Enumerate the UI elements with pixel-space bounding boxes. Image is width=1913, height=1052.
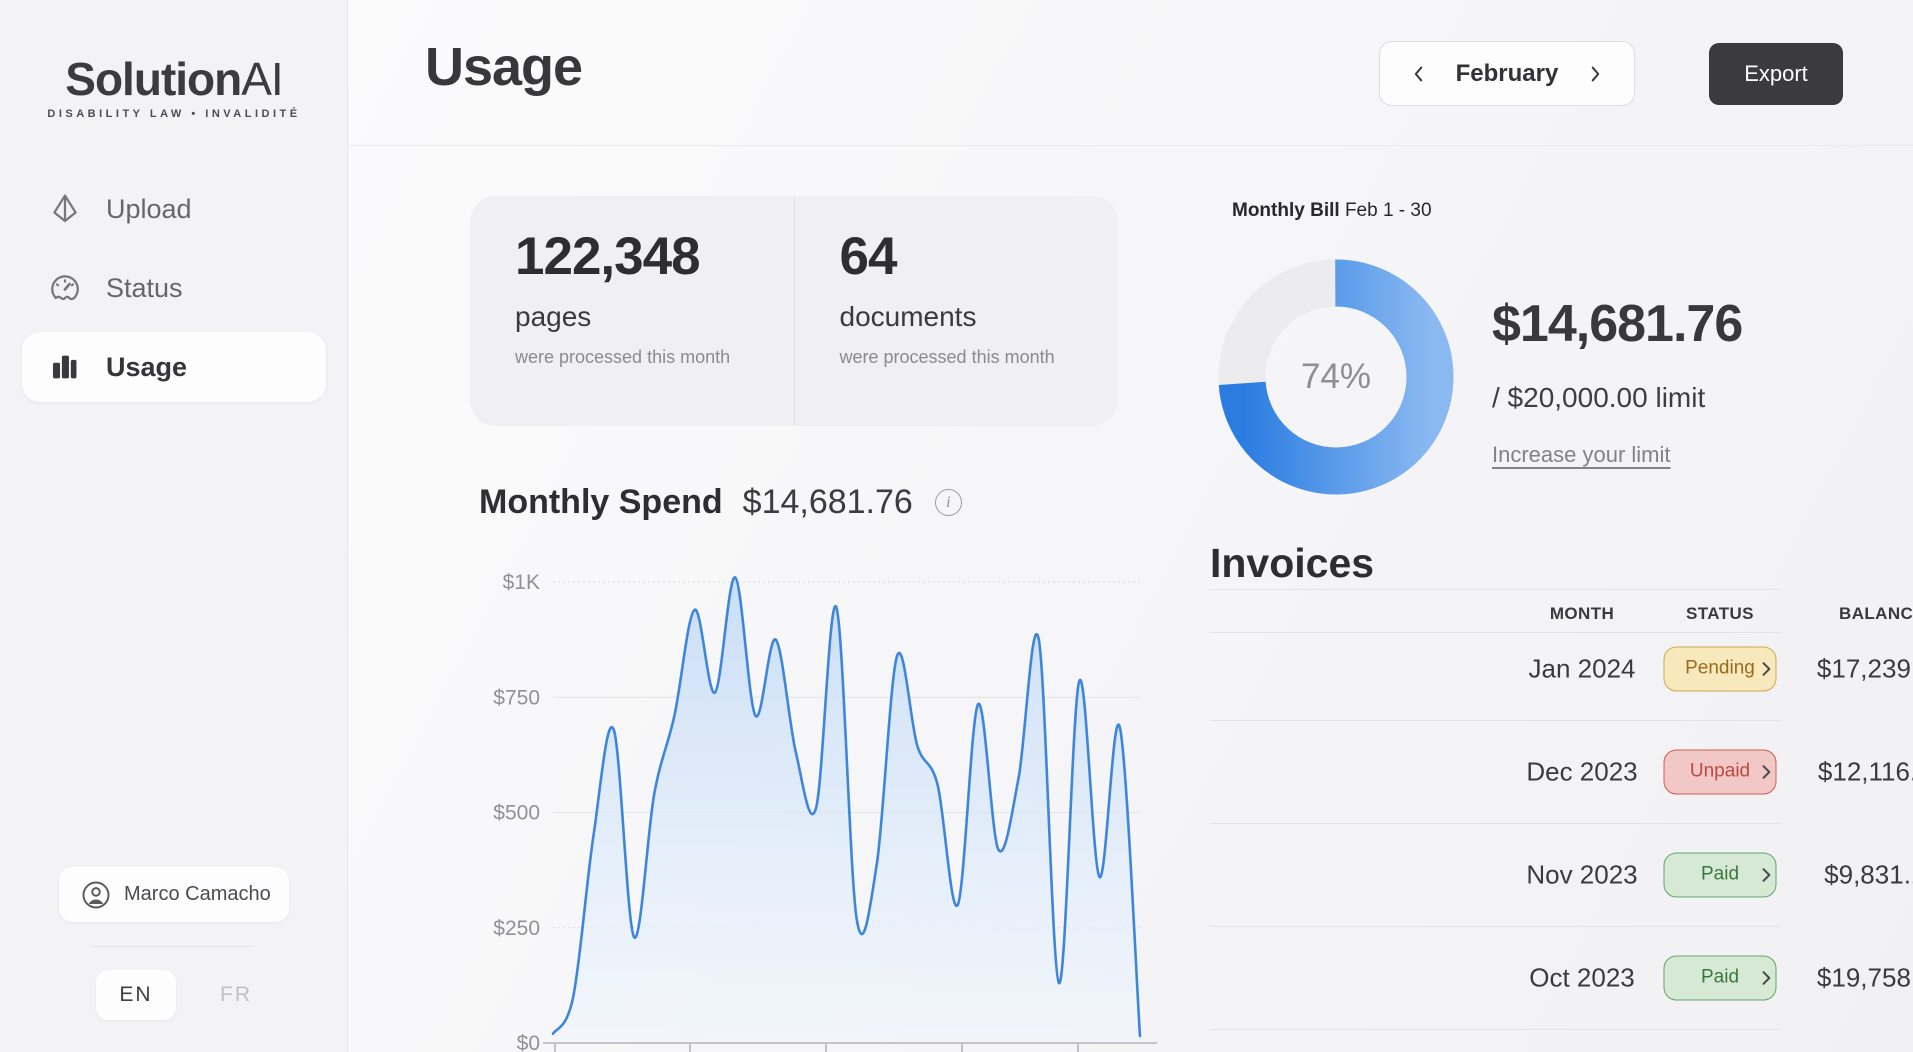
page-header: Usage February Export bbox=[349, 0, 1913, 146]
invoice-balance: $19,758.97 bbox=[1817, 962, 1913, 993]
monthly-bill-range: Feb 1 - 30 bbox=[1345, 200, 1432, 221]
brand-logo: SolutionAI DISABILITY LAW • INVALIDITÉ bbox=[0, 52, 348, 120]
pages-value: 122,348 bbox=[515, 226, 794, 287]
invoice-balance: $17,239.34 bbox=[1817, 653, 1913, 684]
invoice-row[interactable]: Oct 2023 Paid $19,758.97 bbox=[1210, 926, 1780, 1029]
sidebar-item-status[interactable]: Status bbox=[22, 253, 326, 323]
documents-caption: were processed this month bbox=[840, 347, 1119, 368]
page-title: Usage bbox=[425, 36, 582, 98]
increase-limit-link[interactable]: Increase your limit bbox=[1492, 442, 1671, 468]
chevron-left-icon bbox=[1408, 63, 1430, 85]
spend-chart: $1K $750 $500 $250 $0 bbox=[455, 565, 1165, 1052]
documents-stat: 64 documents were processed this month bbox=[794, 196, 1119, 426]
svg-text:$250: $250 bbox=[493, 917, 540, 940]
monthly-spend-amount: $14,681.76 bbox=[743, 483, 913, 522]
lang-en-button[interactable]: EN bbox=[96, 970, 176, 1020]
divider bbox=[1210, 589, 1780, 590]
pages-caption: were processed this month bbox=[515, 347, 794, 368]
monthly-bill-title: Monthly Bill bbox=[1232, 200, 1340, 221]
info-icon[interactable]: i bbox=[935, 489, 962, 516]
sidebar-item-usage[interactable]: Usage bbox=[22, 332, 326, 402]
invoices-title: Invoices bbox=[1210, 540, 1374, 587]
monthly-bill-label: Monthly Bill Feb 1 - 30 bbox=[1232, 200, 1432, 222]
month-selector: February bbox=[1379, 41, 1635, 106]
prev-month-button[interactable] bbox=[1404, 59, 1434, 89]
gauge-icon bbox=[48, 271, 82, 305]
svg-text:$1K: $1K bbox=[503, 571, 540, 594]
divider bbox=[92, 946, 254, 947]
bill-limit: / $20,000.00 limit bbox=[1492, 382, 1705, 414]
documents-value: 64 bbox=[840, 226, 1119, 287]
column-header-balance: BALANCE bbox=[1782, 604, 1913, 624]
invoice-row[interactable]: Jan 2024 Pending $17,239.34 bbox=[1210, 617, 1780, 720]
svg-text:$0: $0 bbox=[517, 1032, 540, 1052]
sidebar-item-label: Upload bbox=[106, 194, 192, 225]
invoice-row[interactable]: Dec 2023 Unpaid $12,116.20 bbox=[1210, 720, 1780, 823]
bill-donut-chart: 74% bbox=[1216, 257, 1456, 497]
usage-stats-card: 122,348 pages were processed this month … bbox=[470, 196, 1118, 426]
sidebar-item-label: Usage bbox=[106, 352, 187, 383]
sidebar-item-label: Status bbox=[106, 273, 183, 304]
month-label: February bbox=[1456, 60, 1559, 88]
invoice-month: Jan 2024 bbox=[1529, 653, 1636, 684]
chevron-right-icon bbox=[1756, 657, 1776, 681]
monthly-spend-title: Monthly Spend bbox=[479, 483, 723, 522]
chevron-right-icon bbox=[1756, 863, 1776, 887]
pages-label: pages bbox=[515, 301, 794, 333]
user-avatar-icon bbox=[81, 880, 111, 910]
user-menu[interactable]: Marco Camacho bbox=[59, 867, 289, 922]
user-name: Marco Camacho bbox=[124, 883, 271, 906]
pages-stat: 122,348 pages were processed this month bbox=[470, 196, 794, 426]
main-area: Usage February Export 122,348 pages were… bbox=[349, 0, 1913, 1052]
bill-amount: $14,681.76 bbox=[1492, 294, 1742, 354]
chevron-right-icon bbox=[1756, 966, 1776, 990]
bar-chart-icon bbox=[48, 350, 82, 384]
svg-text:$750: $750 bbox=[493, 686, 540, 709]
divider bbox=[1210, 1029, 1780, 1030]
export-button[interactable]: Export bbox=[1709, 43, 1843, 105]
language-toggle: EN FR bbox=[0, 970, 348, 1020]
svg-text:$500: $500 bbox=[493, 802, 540, 825]
sidebar-item-upload[interactable]: Upload bbox=[22, 174, 326, 244]
next-month-button[interactable] bbox=[1580, 59, 1610, 89]
upload-icon bbox=[48, 192, 82, 226]
invoice-month: Nov 2023 bbox=[1526, 859, 1637, 890]
brand-name: SolutionAI bbox=[0, 52, 348, 106]
invoice-month: Oct 2023 bbox=[1529, 962, 1635, 993]
monthly-spend-header: Monthly Spend $14,681.76 i bbox=[479, 483, 962, 522]
invoice-balance: $9,831.12 bbox=[1824, 859, 1913, 890]
invoice-month: Dec 2023 bbox=[1526, 756, 1637, 787]
invoice-row[interactable]: Nov 2023 Paid $9,831.12 bbox=[1210, 823, 1780, 926]
lang-fr-button[interactable]: FR bbox=[220, 983, 252, 1007]
brand-tagline: DISABILITY LAW • INVALIDITÉ bbox=[0, 108, 348, 120]
chevron-right-icon bbox=[1584, 63, 1606, 85]
invoice-balance: $12,116.20 bbox=[1818, 756, 1913, 787]
documents-label: documents bbox=[840, 301, 1119, 333]
donut-percent-label: 74% bbox=[1216, 257, 1456, 497]
chevron-right-icon bbox=[1756, 760, 1776, 784]
sidebar-nav: Upload Status Usage bbox=[0, 165, 348, 411]
sidebar: SolutionAI DISABILITY LAW • INVALIDITÉ U… bbox=[0, 0, 348, 1052]
